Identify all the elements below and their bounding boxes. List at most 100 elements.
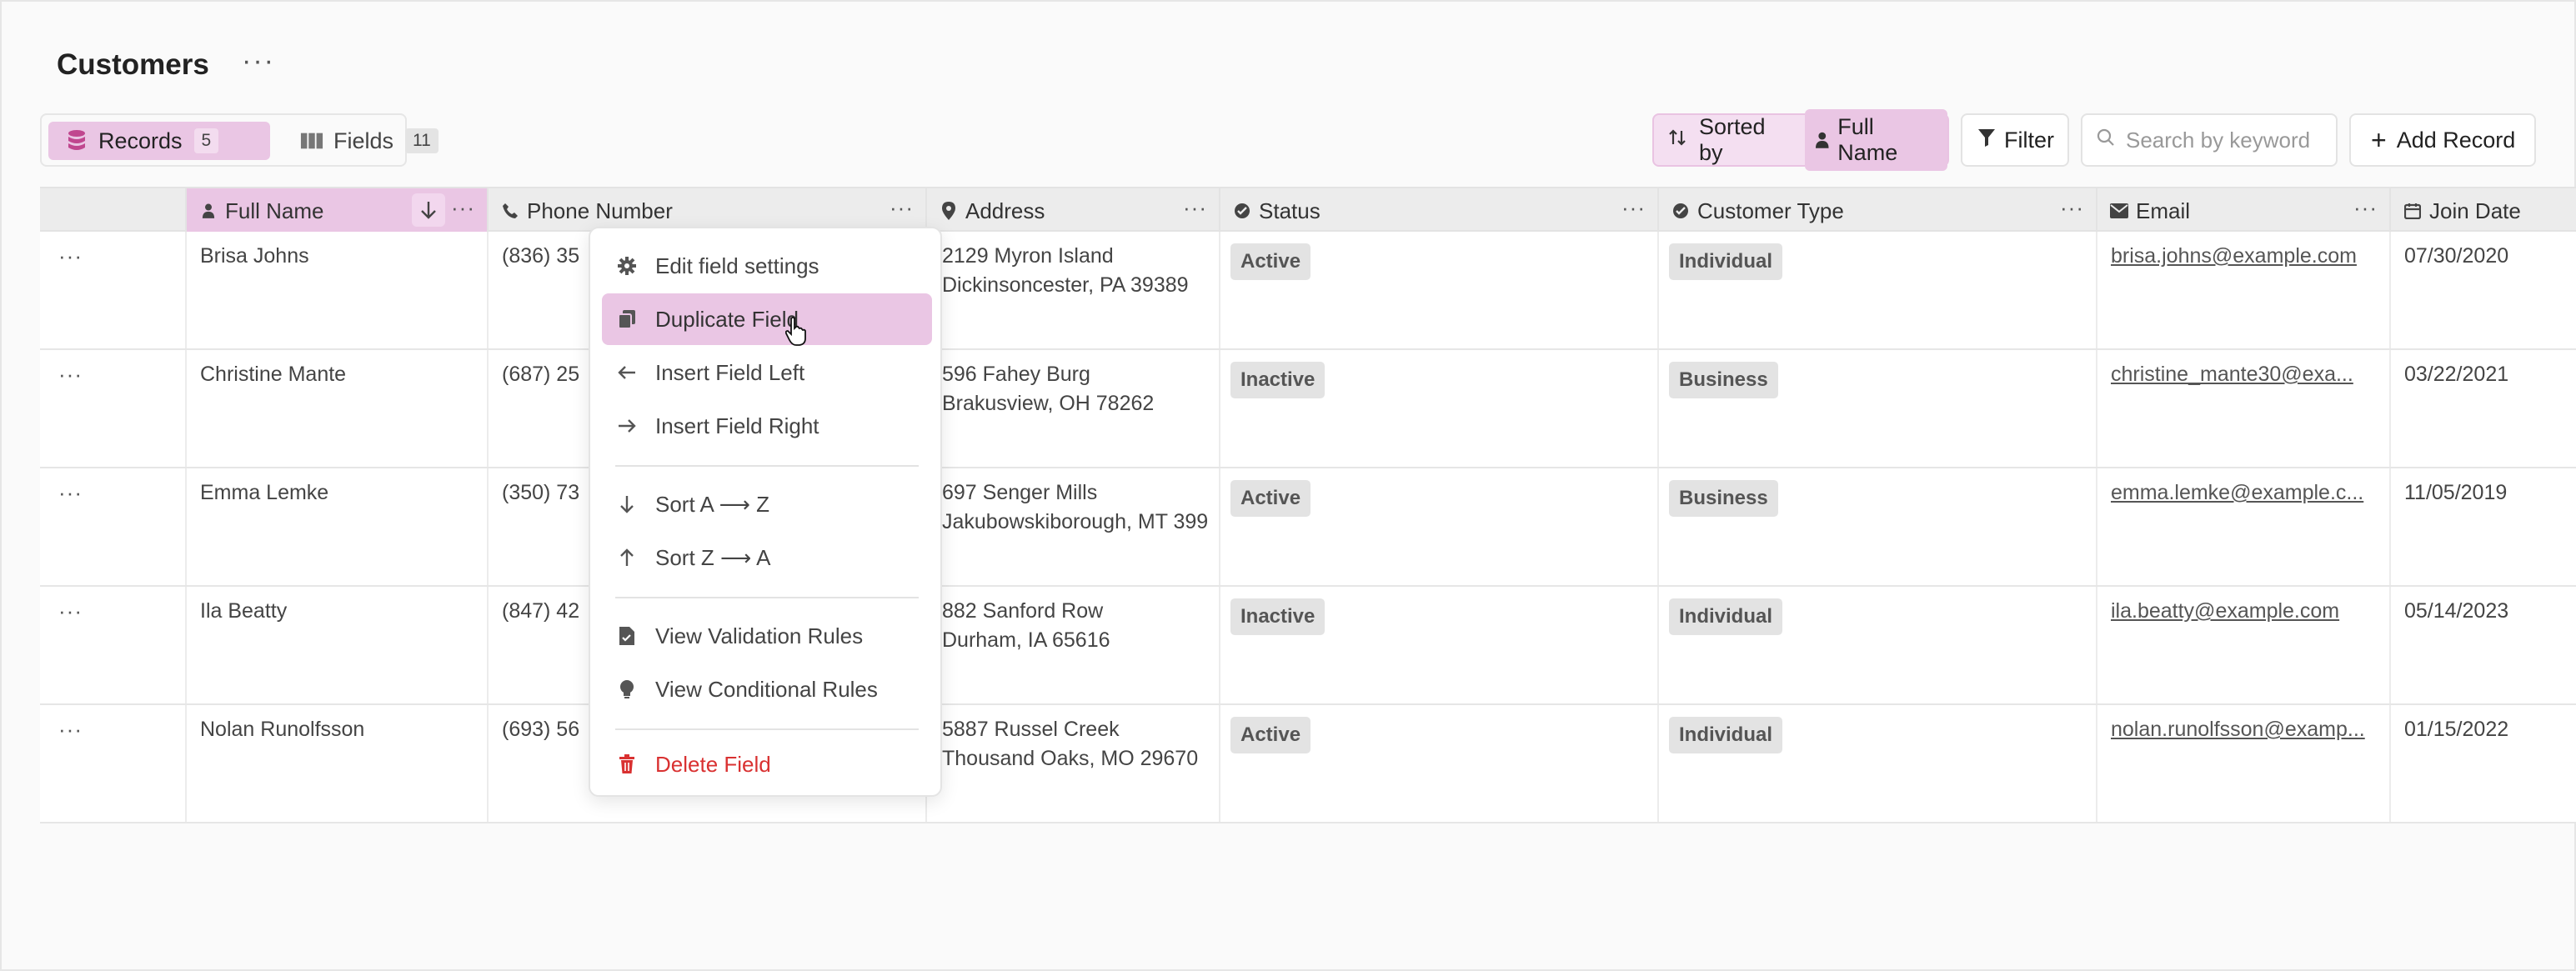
filter-button[interactable]: Filter: [1961, 113, 2069, 167]
cell-address[interactable]: 882 Sanford Row Durham, IA 65616: [927, 587, 1220, 703]
cell-email[interactable]: nolan.runolfsson@examp...: [2097, 705, 2391, 822]
cell-email[interactable]: emma.lemke@example.c...: [2097, 468, 2391, 585]
person-icon: [1815, 132, 1829, 148]
column-label: Full Name: [225, 198, 324, 223]
table-row[interactable]: ··· Christine Mante (687) 25 596 Fahey B…: [40, 350, 2576, 468]
cell-email[interactable]: brisa.johns@example.com: [2097, 232, 2391, 348]
column-header-address[interactable]: Address ···: [927, 188, 1220, 233]
menu-item-label: Sort Z ⟶ A: [655, 544, 771, 570]
check-circle-icon: [1671, 203, 1691, 219]
column-more-button[interactable]: ···: [890, 195, 914, 221]
menu-item-sort-z-a[interactable]: Sort Z ⟶ A: [602, 532, 932, 583]
cell-join-date[interactable]: 11/05/2019: [2391, 468, 2576, 585]
menu-item-edit-field-settings[interactable]: Edit field settings: [602, 240, 932, 292]
view-tabs: Records 5 Fields 11: [40, 113, 439, 167]
tab-records[interactable]: Records 5: [48, 122, 270, 160]
address-line-2: Thousand Oaks, MO 29670: [942, 747, 1199, 770]
fields-count-badge: 11: [405, 128, 439, 153]
records-grid: Full Name ··· Phone Number ··· Address ·…: [40, 187, 2576, 823]
menu-item-sort-a-z[interactable]: Sort A ⟶ Z: [602, 478, 932, 530]
cell-status[interactable]: Inactive: [1220, 587, 1659, 703]
title-more-button[interactable]: ···: [242, 47, 275, 75]
email-link[interactable]: nolan.runolfsson@examp...: [2111, 718, 2365, 741]
column-more-button[interactable]: ···: [1183, 195, 1207, 221]
menu-item-insert-field-left[interactable]: Insert Field Left: [602, 347, 932, 398]
cell-join-date[interactable]: 01/15/2022: [2391, 705, 2576, 822]
row-menu-button[interactable]: ···: [40, 468, 187, 585]
sort-arrows-icon: [1667, 128, 1687, 153]
column-label: Phone Number: [527, 198, 673, 223]
arrow-down-icon: [614, 494, 640, 514]
row-menu-button[interactable]: ···: [40, 232, 187, 348]
cell-email[interactable]: christine_mante30@exa...: [2097, 350, 2391, 467]
cell-address[interactable]: 596 Fahey Burg Brakusview, OH 78262: [927, 350, 1220, 467]
cell-join-date[interactable]: 07/30/2020: [2391, 232, 2576, 348]
cell-email[interactable]: ila.beatty@example.com: [2097, 587, 2391, 703]
column-header-status[interactable]: Status ···: [1220, 188, 1659, 233]
menu-item-view-validation-rules[interactable]: View Validation Rules: [602, 610, 932, 662]
search-input[interactable]: Search by keyword: [2081, 113, 2338, 167]
column-more-button[interactable]: ···: [2353, 195, 2378, 221]
cell-status[interactable]: Active: [1220, 232, 1659, 348]
row-menu-button[interactable]: ···: [40, 587, 187, 703]
table-row[interactable]: ··· Brisa Johns (836) 35 2129 Myron Isla…: [40, 232, 2576, 350]
cell-customer-type[interactable]: Business: [1659, 350, 2097, 467]
status-badge: Active: [1230, 480, 1311, 517]
row-menu-button[interactable]: ···: [40, 705, 187, 822]
cell-address[interactable]: 697 Senger Mills Jakubowskiborough, MT 39…: [927, 468, 1220, 585]
database-icon: [65, 129, 88, 153]
type-badge: Business: [1669, 480, 1778, 517]
type-badge: Business: [1669, 362, 1778, 398]
tab-fields[interactable]: Fields 11: [283, 122, 439, 160]
cell-address[interactable]: 5887 Russel Creek Thousand Oaks, MO 29670: [927, 705, 1220, 822]
cell-status[interactable]: Active: [1220, 468, 1659, 585]
column-more-button[interactable]: ···: [451, 195, 475, 221]
address-line-2: Dickinsoncester, PA 39389: [942, 273, 1189, 297]
column-header-email[interactable]: Email ···: [2097, 188, 2391, 233]
email-link[interactable]: emma.lemke@example.c...: [2111, 481, 2363, 504]
cell-join-date[interactable]: 03/22/2021: [2391, 350, 2576, 467]
cell-customer-type[interactable]: Individual: [1659, 587, 2097, 703]
column-label: Address: [965, 198, 1045, 223]
email-link[interactable]: ila.beatty@example.com: [2111, 599, 2339, 623]
address-line-1: 882 Sanford Row: [942, 599, 1104, 623]
menu-item-delete-field[interactable]: Delete Field: [602, 738, 932, 790]
column-header-join-date[interactable]: Join Date: [2391, 188, 2576, 233]
cell-full-name[interactable]: Brisa Johns: [187, 232, 489, 348]
cell-join-date[interactable]: 05/14/2023: [2391, 587, 2576, 703]
cell-status[interactable]: Inactive: [1220, 350, 1659, 467]
column-more-button[interactable]: ···: [1621, 195, 1646, 221]
menu-item-view-conditional-rules[interactable]: View Conditional Rules: [602, 663, 932, 715]
email-link[interactable]: christine_mante30@exa...: [2111, 363, 2353, 386]
cell-status[interactable]: Active: [1220, 705, 1659, 822]
cell-address[interactable]: 2129 Myron Island Dickinsoncester, PA 393…: [927, 232, 1220, 348]
address-line-2: Jakubowskiborough, MT 399: [942, 510, 1209, 533]
address-line-2: Durham, IA 65616: [942, 628, 1110, 652]
table-row[interactable]: ··· Emma Lemke (350) 73 697 Senger Mills…: [40, 468, 2576, 587]
menu-item-duplicate-field[interactable]: Duplicate Field: [602, 293, 932, 345]
table-row[interactable]: ··· Ila Beatty (847) 42 882 Sanford Row D…: [40, 587, 2576, 705]
cell-full-name[interactable]: Nolan Runolfsson: [187, 705, 489, 822]
cell-customer-type[interactable]: Individual: [1659, 705, 2097, 822]
sorted-by-button[interactable]: Sorted by Full Name: [1652, 109, 1949, 171]
menu-item-label: Insert Field Left: [655, 359, 805, 385]
column-more-button[interactable]: ···: [2060, 195, 2084, 221]
email-link[interactable]: brisa.johns@example.com: [2111, 244, 2357, 268]
column-header-full-name[interactable]: Full Name ···: [187, 188, 489, 233]
sort-field-chip[interactable]: Full Name: [1804, 109, 1947, 171]
sort-descending-icon[interactable]: [412, 193, 445, 227]
cell-full-name[interactable]: Christine Mante: [187, 350, 489, 467]
document-check-icon: [614, 626, 640, 646]
column-header-customer-type[interactable]: Customer Type ···: [1659, 188, 2097, 233]
row-menu-button[interactable]: ···: [40, 350, 187, 467]
menu-item-insert-field-right[interactable]: Insert Field Right: [602, 400, 932, 452]
table-row[interactable]: ··· Nolan Runolfsson (693) 56 5887 Russe…: [40, 705, 2576, 823]
cell-full-name[interactable]: Emma Lemke: [187, 468, 489, 585]
cell-customer-type[interactable]: Business: [1659, 468, 2097, 585]
menu-item-label: Insert Field Right: [655, 413, 819, 438]
address-line-1: 5887 Russel Creek: [942, 718, 1120, 741]
menu-item-label: View Conditional Rules: [655, 676, 878, 702]
cell-customer-type[interactable]: Individual: [1659, 232, 2097, 348]
cell-full-name[interactable]: Ila Beatty: [187, 587, 489, 703]
add-record-button[interactable]: + Add Record: [2349, 113, 2536, 167]
